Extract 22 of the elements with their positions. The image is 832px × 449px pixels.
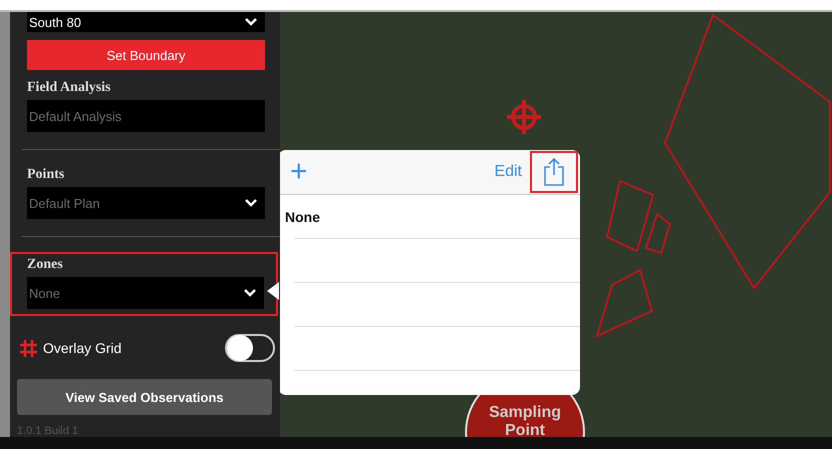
input-field[interactable]: Default Analysis	[27, 100, 265, 132]
grid-icon	[20, 340, 37, 356]
overlay-grid-label: Overlay Grid	[43, 340, 123, 356]
set-boundary-button[interactable]: Set Boundary	[27, 40, 265, 70]
points-dropdown[interactable]: Default Plan	[27, 187, 265, 219]
list-row[interactable]: None	[285, 195, 580, 239]
chevron-down-icon	[244, 289, 256, 297]
share-button[interactable]	[530, 151, 578, 193]
overlay-grid-toggle[interactable]	[225, 334, 275, 362]
chevron-down-icon	[245, 199, 257, 207]
boundary-polygon	[595, 268, 654, 338]
share-icon	[543, 158, 565, 186]
field-label: Field Analysis	[27, 80, 112, 96]
farm-dropdown[interactable]: South 80	[27, 12, 265, 32]
add-button[interactable]: +	[290, 157, 308, 187]
crosshair-icon	[505, 98, 543, 136]
field-label: Points	[27, 167, 66, 183]
view-saved-observations-button[interactable]: View Saved Observations	[17, 379, 272, 415]
chevron-down-icon	[245, 18, 257, 26]
field-label: Zones	[27, 257, 64, 273]
edit-button[interactable]: Edit	[486, 163, 530, 181]
zones-dropdown[interactable]: None	[27, 277, 264, 309]
